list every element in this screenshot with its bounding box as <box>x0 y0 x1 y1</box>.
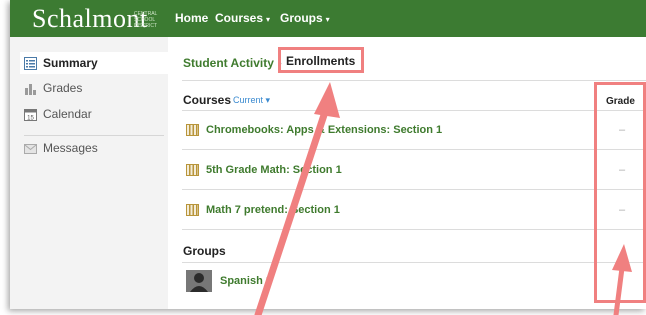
annotation-arrow <box>612 244 632 315</box>
annotation-arrows <box>254 82 632 315</box>
annotation-arrow <box>254 82 340 315</box>
